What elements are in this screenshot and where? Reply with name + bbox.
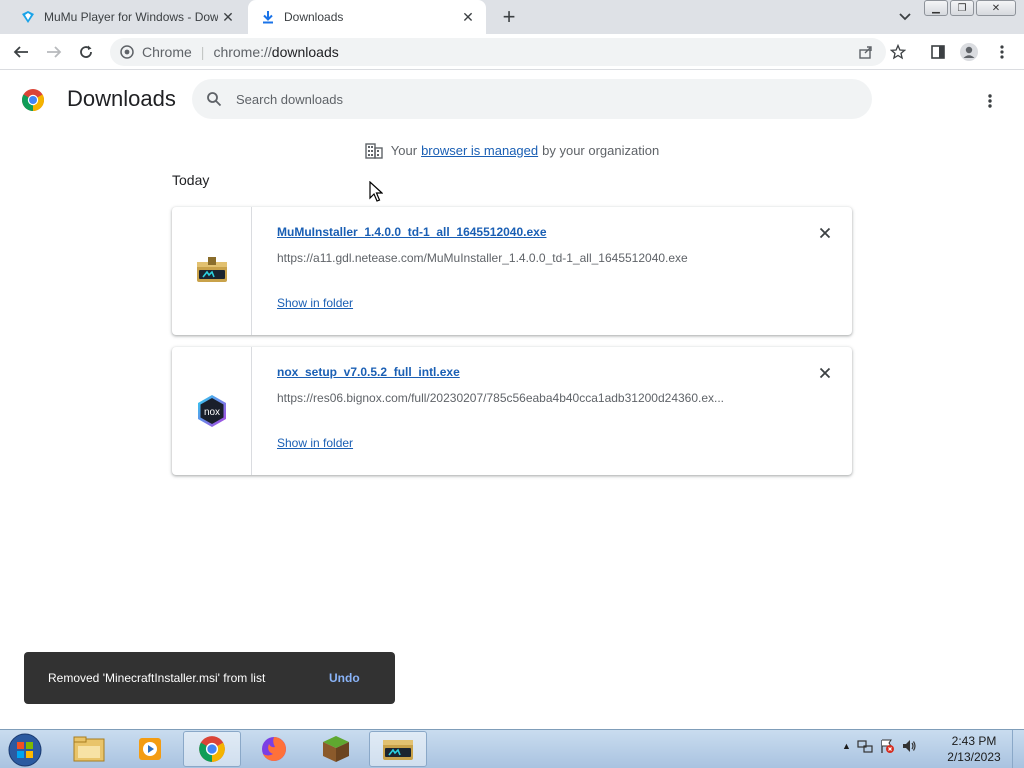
browser-toolbar: Chrome | chrome:// downloads (0, 34, 1024, 70)
windows-taskbar: ▲ 2:43 PM 2/13/2023 (0, 729, 1024, 768)
mumu-taskbar-icon[interactable] (369, 731, 427, 767)
toast-message: Removed 'MinecraftInstaller.msi' from li… (48, 671, 266, 685)
new-tab-button[interactable]: + (496, 4, 522, 30)
close-tab-icon[interactable]: ✕ (218, 7, 238, 27)
download-url: https://res06.bignox.com/full/20230207/7… (277, 391, 725, 405)
mumu-favicon-icon (20, 9, 36, 25)
managed-prefix: Your (390, 142, 418, 158)
download-item: nox nox_setup_v7.0.5.2_full_intl.exe htt… (172, 347, 852, 475)
search-icon (204, 89, 224, 109)
managed-suffix: by your organization (542, 142, 660, 158)
chrome-site-icon (119, 44, 135, 60)
search-downloads[interactable] (192, 79, 872, 119)
address-bar[interactable]: Chrome | chrome:// downloads (110, 38, 886, 66)
nox-icon: nox (197, 395, 226, 427)
date-header: Today (172, 172, 210, 188)
file-icon-column (172, 207, 252, 335)
system-tray: ▲ (842, 738, 917, 754)
undo-toast: Removed 'MinecraftInstaller.msi' from li… (24, 652, 395, 704)
minimize-window-icon[interactable]: ▁ (924, 0, 948, 16)
remove-download-icon[interactable] (815, 363, 835, 383)
undo-button[interactable]: Undo (329, 671, 360, 685)
action-center-flag-icon[interactable] (879, 738, 895, 754)
forward-arrow-icon[interactable] (42, 40, 66, 64)
tray-expand-icon[interactable]: ▲ (842, 741, 851, 751)
volume-icon[interactable] (901, 738, 917, 754)
tab-downloads[interactable]: Downloads ✕ (248, 0, 486, 34)
mouse-cursor-icon (369, 181, 383, 202)
profile-avatar-icon[interactable] (957, 40, 981, 64)
url-scheme: chrome:// (213, 44, 272, 60)
show-in-folder-link[interactable]: Show in folder (277, 296, 353, 310)
restore-window-icon[interactable]: ❐ (950, 0, 974, 16)
close-tab-icon[interactable]: ✕ (458, 7, 478, 27)
file-icon-column: nox (172, 347, 252, 475)
chrome-logo-icon (21, 88, 45, 112)
minecraft-icon[interactable] (307, 731, 365, 767)
browser-managed-link[interactable]: browser is managed (421, 143, 538, 158)
tab-strip: MuMu Player for Windows - Dow ✕ Download… (0, 0, 1024, 34)
reload-icon[interactable] (74, 40, 98, 64)
side-panel-icon[interactable] (926, 40, 950, 64)
bookmark-star-icon[interactable] (886, 40, 910, 64)
clock-date: 2/13/2023 (947, 750, 1001, 764)
tab-search-chevron-icon[interactable] (894, 6, 916, 28)
network-icon[interactable] (857, 738, 873, 754)
download-filename-link[interactable]: nox_setup_v7.0.5.2_full_intl.exe (277, 365, 460, 379)
media-player-icon[interactable] (121, 731, 179, 767)
download-url: https://a11.gdl.netease.com/MuMuInstalle… (277, 251, 688, 265)
clock-time: 2:43 PM (951, 734, 997, 748)
file-explorer-icon[interactable] (60, 731, 118, 767)
download-item: MuMuInstaller_1.4.0.0_td-1_all_164551204… (172, 207, 852, 335)
tab-title: MuMu Player for Windows - Dow (44, 10, 218, 24)
firefox-icon[interactable] (245, 731, 303, 767)
download-favicon-icon (260, 9, 276, 25)
taskbar-clock[interactable]: 2:43 PM 2/13/2023 (942, 733, 1006, 765)
page-title: Downloads (67, 86, 176, 111)
show-in-folder-link[interactable]: Show in folder (277, 436, 353, 450)
start-orb-icon[interactable] (6, 732, 44, 768)
mumu-installer-icon (196, 257, 227, 282)
show-desktop-button[interactable] (1012, 730, 1024, 768)
svg-text:nox: nox (203, 407, 219, 418)
chrome-menu-icon[interactable] (990, 40, 1014, 64)
chrome-taskbar-icon[interactable] (183, 731, 241, 767)
search-input[interactable] (236, 91, 836, 107)
building-icon (365, 143, 383, 159)
downloads-header: Downloads (0, 71, 1024, 127)
tab-mumu[interactable]: MuMu Player for Windows - Dow ✕ (8, 0, 246, 34)
close-window-icon[interactable]: ✕ (976, 0, 1016, 16)
back-arrow-icon[interactable] (9, 40, 33, 64)
tab-title: Downloads (284, 10, 344, 24)
download-filename-link[interactable]: MuMuInstaller_1.4.0.0_td-1_all_164551204… (277, 225, 547, 239)
omnibox-separator: | (200, 44, 205, 60)
downloads-menu-icon[interactable] (978, 89, 1002, 113)
share-icon[interactable] (854, 40, 878, 64)
url-host: downloads (271, 44, 339, 60)
managed-notice: Your browser is managed by your organiza… (0, 140, 1024, 160)
chrome-chip-label: Chrome (142, 44, 192, 60)
window-controls: ▁ ❐ ✕ (924, 0, 1016, 16)
remove-download-icon[interactable] (815, 223, 835, 243)
